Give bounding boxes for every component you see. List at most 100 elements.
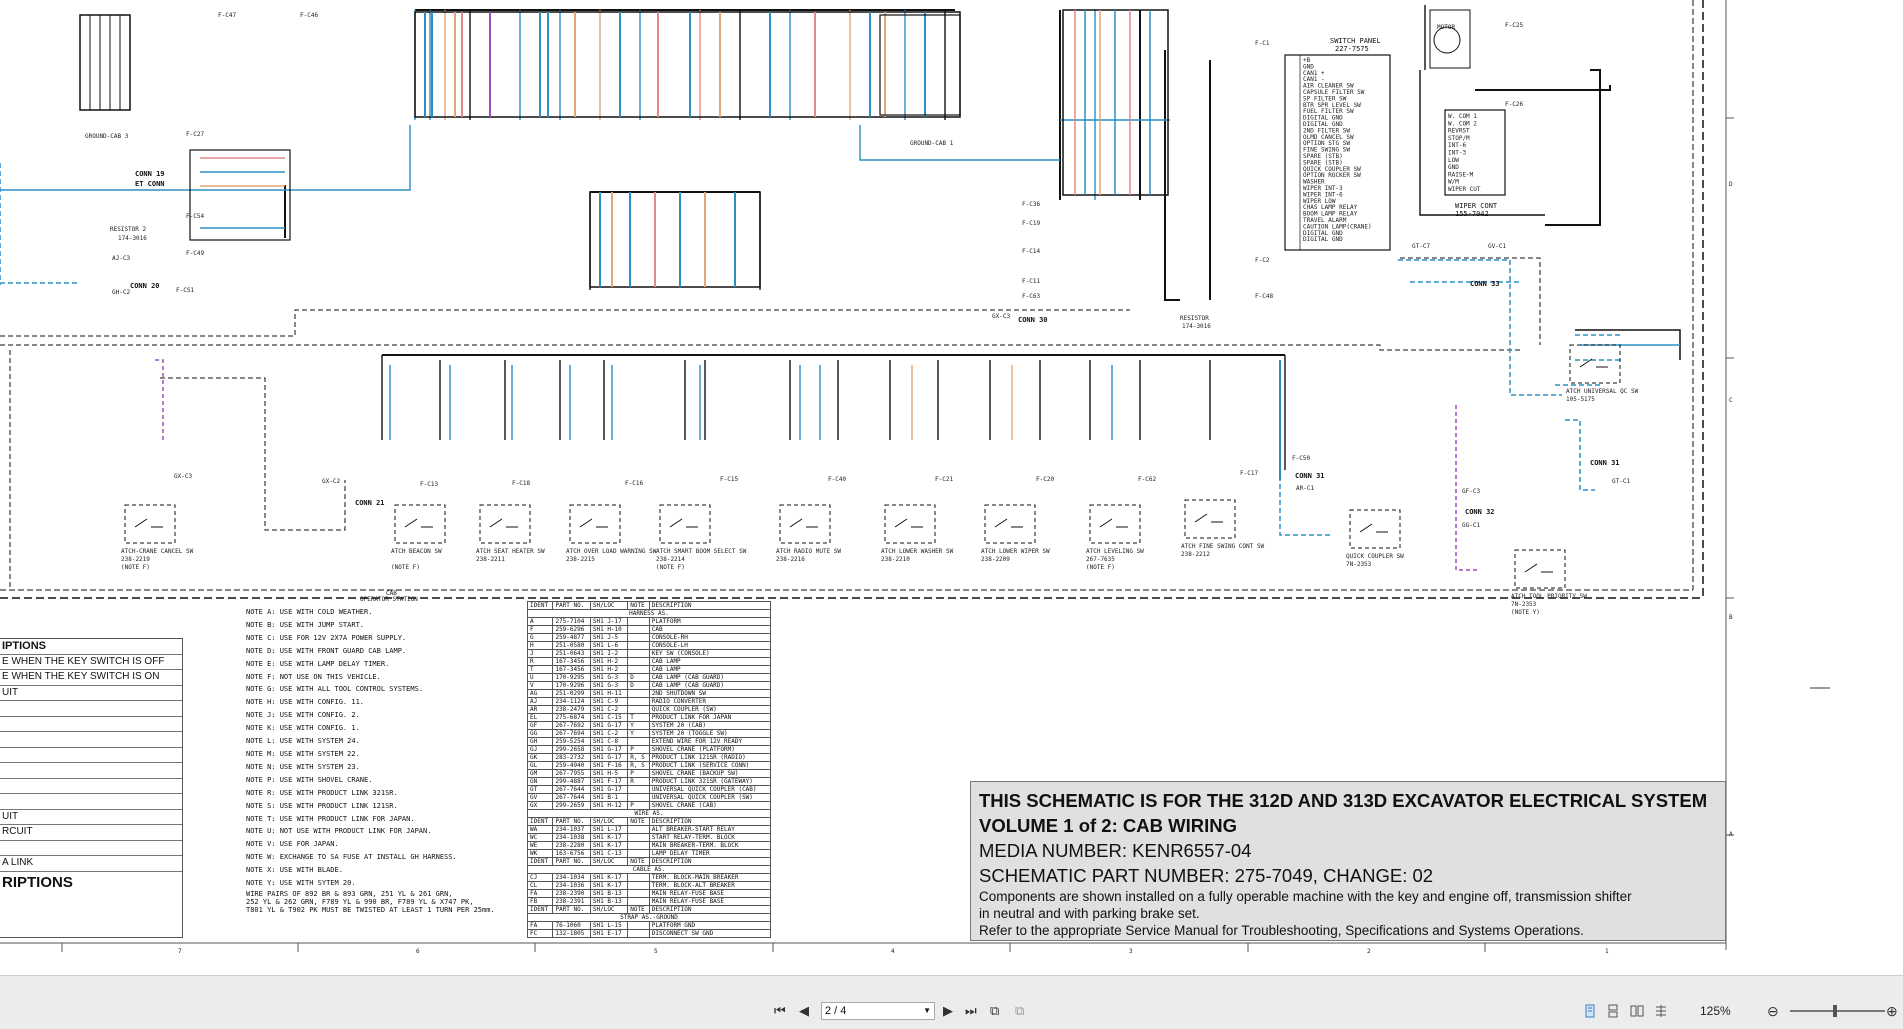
- switch-outline: [659, 504, 711, 544]
- connector-id-label: GF-C3: [1462, 488, 1480, 495]
- table-cell: 267-7692: [552, 721, 591, 730]
- note-line: NOTE C: USE FOR 12V 2X7A POWER SUPPLY.: [246, 633, 407, 642]
- table-cell: 163-6756: [552, 849, 591, 858]
- parts-header-cell: NOTE: [627, 817, 650, 826]
- table-row: GL 259-4940 SH1 F-16 R, S PRODUCT LINK (SERV…: [526, 761, 772, 770]
- schematic-part-number: SCHEMATIC PART NUMBER: 275-7049, CHANGE:…: [979, 865, 1434, 886]
- parts-header-cell: SH/LOC: [589, 817, 629, 826]
- zoom-slider[interactable]: [1790, 1005, 1885, 1017]
- switch-component: ATCH SMART BOOM SELECT SW238-2214(NOTE F…: [656, 504, 747, 571]
- switch-component-name: ATCH SMART BOOM SELECT SW: [656, 548, 747, 555]
- switch-outline: [569, 504, 621, 544]
- switch-component-name: ATCH LOWER WIPER SW: [981, 548, 1050, 555]
- zoom-out-icon[interactable]: ⊖: [1767, 1002, 1779, 1020]
- table-cell: LAMP DELAY TIMER: [648, 849, 772, 858]
- left-desc-row: [0, 763, 182, 779]
- table-row: GT 267-7644 SH1 G-17 UNIVERSAL QUICK COUPLE…: [526, 785, 772, 794]
- note-line: NOTE T: USE WITH PRODUCT LINK FOR JAPAN.: [246, 814, 415, 823]
- note-line: NOTE K: USE WITH CONFIG. 1.: [246, 724, 360, 733]
- table-row: GF 267-7692 SH1 G-17 Y SYSTEM 20 (CAB): [526, 721, 772, 730]
- table-cell: GV: [526, 793, 554, 802]
- table-cell: GJ: [526, 745, 554, 754]
- table-cell: 238-2479: [552, 705, 591, 714]
- note-line: NOTE F: NOT USE ON THIS VEHICLE.: [246, 672, 381, 681]
- next-page-icon[interactable]: ▶: [943, 1002, 953, 1020]
- table-cell: KEY SW (CONSOLE): [648, 649, 772, 658]
- table-cell: [627, 889, 650, 898]
- left-desc-row: A LINK: [0, 856, 182, 872]
- connector-id-label: F-C49: [186, 250, 204, 257]
- table-cell: [627, 849, 650, 858]
- table-cell: [627, 649, 650, 658]
- note-line: NOTE Y: USE WITH SYTEM 20.: [246, 879, 356, 888]
- zoom-level[interactable]: 125%: [1700, 1002, 1731, 1020]
- switch-component: QUICK COUPLER SW7N-2353: [1346, 509, 1404, 568]
- note-line: NOTE N: USE WITH SYSTEM 23.: [246, 762, 360, 771]
- wiper-cont-pin-label: LOW: [1448, 157, 1459, 164]
- connector-id-label: F-C50: [1292, 455, 1310, 462]
- single-page-icon[interactable]: [1583, 1004, 1597, 1018]
- switch-component-pn: 238-2216: [776, 556, 805, 563]
- table-row: A 275-7104 SH1 J-17 PLATFORM: [526, 617, 772, 626]
- table-cell: EL: [526, 713, 554, 722]
- table-cell: [627, 793, 650, 802]
- table-cell: [627, 873, 650, 882]
- switch-component: ATCH TOOL PRIORITY SW7N-2353(NOTE Y): [1511, 549, 1587, 616]
- table-cell: SHOVEL CRANE (CAB): [648, 801, 772, 810]
- table-cell: CL: [526, 881, 554, 890]
- switch-component-pn: 238-2219: [121, 556, 150, 563]
- table-cell: 283-2732: [552, 753, 591, 762]
- parts-header-cell: DESCRIPTION: [648, 817, 772, 826]
- connector-id-label: F-C17: [1240, 470, 1258, 477]
- table-cell: [627, 633, 650, 642]
- table-cell: [627, 825, 650, 834]
- table-cell: AJ: [526, 697, 554, 706]
- table-cell: GG: [526, 729, 554, 738]
- conn21-label: CONN 21: [355, 499, 385, 507]
- wiper-cont-pin-label: STOP/M: [1448, 135, 1470, 142]
- left-desc-row: UIT: [0, 686, 182, 701]
- switch-component: ATCH-CRANE CANCEL SW238-2219(NOTE F): [121, 504, 194, 571]
- connector-id-label: F-C47: [218, 12, 236, 19]
- continuous-icon[interactable]: [1606, 1004, 1620, 1018]
- switch-component-pn: 238-2210: [881, 556, 910, 563]
- table-cell: SH1 B-13: [589, 897, 629, 906]
- fit-width-icon[interactable]: ⧉: [1015, 1002, 1024, 1020]
- ground-cab3-label: GROUND-CAB 3: [85, 133, 129, 140]
- table-cell: 275-6874: [552, 713, 591, 722]
- note-line: NOTE G: USE WITH ALL TOOL CONTROL SYSTEM…: [246, 685, 424, 694]
- prev-page-icon[interactable]: ◀: [799, 1002, 809, 1020]
- parts-header-cell: DESCRIPTION: [648, 601, 772, 610]
- table-cell: SH1 B-13: [589, 889, 629, 898]
- resistor2-pn: 174-3016: [1182, 323, 1211, 330]
- switch-outline: [1569, 344, 1621, 384]
- first-page-icon[interactable]: ⏮: [774, 1002, 786, 1020]
- wiper-controller-block: WIPER CONT 155-7042 W. COM 1W. COM 2REVR…: [1429, 9, 1506, 218]
- chevron-down-icon[interactable]: ▼: [923, 1003, 931, 1019]
- zoom-slider-knob[interactable]: [1833, 1005, 1837, 1017]
- two-page-icon[interactable]: [1630, 1004, 1644, 1018]
- table-row: FC 132-1805 SH1 E-17 DISCONNECT SW GND: [526, 929, 772, 938]
- switch-component-pn: 105-5175: [1566, 396, 1595, 403]
- left-desc-row: RCUIT: [0, 825, 182, 841]
- table-cell: [627, 617, 650, 626]
- table-row: V 170-9296 SH1 G-3 D CAB LAMP (CAB GUARD): [526, 681, 772, 690]
- page-number-input[interactable]: 2 / 4 ▼: [821, 1002, 935, 1020]
- table-cell: GH: [526, 737, 554, 746]
- table-row: H 251-0580 SH1 L-6 CONSOLE-LH: [526, 641, 772, 650]
- zoom-in-icon[interactable]: ⊕: [1886, 1002, 1898, 1020]
- table-cell: 234-1037: [552, 825, 591, 834]
- table-cell: SH1 H-5: [589, 769, 629, 778]
- connector-id-label: AR-C1: [1296, 485, 1314, 492]
- note-line: NOTE W: EXCHANGE TO SA FUSE AT INSTALL G…: [246, 853, 457, 862]
- note-extra-line: 252 YL & 262 GRN, F789 YL & 990 BR, F789…: [246, 897, 474, 906]
- title-line1: THIS SCHEMATIC IS FOR THE 312D AND 313D …: [979, 790, 1708, 811]
- scroll-mode-icon[interactable]: [1654, 1004, 1668, 1018]
- fit-page-icon[interactable]: ⧉: [990, 1002, 999, 1020]
- table-row: EL 275-6874 SH1 C-15 T PRODUCT LINK FOR JAPA…: [526, 713, 772, 722]
- last-page-icon[interactable]: ⏭: [965, 1002, 977, 1020]
- table-cell: 251-0580: [552, 641, 591, 650]
- table-row: AG 251-0299 SH1 H-11 2ND SHUTDOWN SW: [526, 689, 772, 698]
- table-cell: MAIN RELAY-FUSE BASE: [648, 897, 772, 906]
- parts-header-cell: IDENT: [526, 817, 554, 826]
